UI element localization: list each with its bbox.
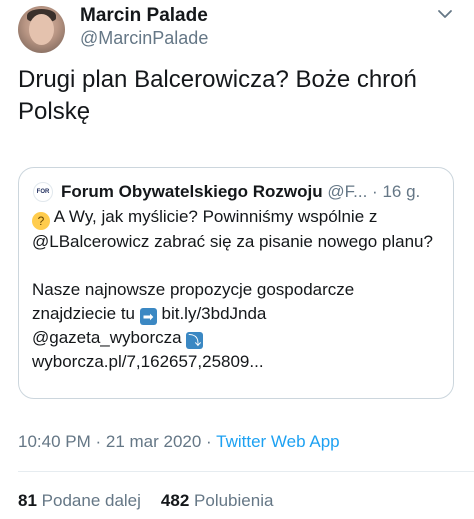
author-handle[interactable]: @MarcinPalade [80, 28, 208, 49]
likes-label: Polubienia [194, 491, 274, 510]
retweets-stat[interactable]: 81 Podane dalej [18, 491, 141, 510]
tweet-text: Drugi plan Balcerowicza? Boże chroń Pols… [18, 66, 417, 125]
likes-stat[interactable]: 482 Polubienia [161, 491, 274, 510]
retweets-count: 81 [18, 491, 37, 510]
tweet-stats: 81 Podane dalej 482 Polubienia [18, 491, 273, 511]
quoted-author-name: Forum Obywatelskiego Rozwoju [61, 182, 323, 201]
quoted-header: Forum Obywatelskiego Rozwoju @F... · 16 … [61, 181, 441, 203]
quoted-separator: · [372, 182, 378, 201]
quoted-line-1: A Wy, jak myślicie? Powinniśmy wspólnie … [32, 207, 433, 251]
author-avatar[interactable] [18, 6, 65, 53]
avatar-face [29, 14, 54, 45]
quoted-link-1: bit.ly/3bdJnda [161, 304, 267, 323]
tweet-source-app[interactable]: Twitter Web App [216, 432, 339, 451]
arrow-down-icon: ⤵ [186, 332, 204, 349]
thinking-face-icon: ? [32, 212, 50, 230]
quoted-body: ? A Wy, jak myślicie? Powinniśmy wspólni… [32, 205, 442, 374]
tweet-timestamp[interactable]: 10:40 PM · 21 mar 2020 · [18, 432, 212, 451]
author-display-name[interactable]: Marcin Palade [80, 5, 208, 27]
quoted-link-2: wyborcza.pl/7,162657,25809... [32, 352, 264, 371]
quoted-timestamp: 16 g. [382, 182, 421, 201]
chevron-down-icon[interactable] [437, 7, 453, 21]
arrow-right-icon: ➡ [139, 308, 157, 325]
quoted-avatar-logo: FOR [33, 182, 53, 202]
tweet-meta: 10:40 PM · 21 mar 2020 · Twitter Web App [18, 432, 340, 452]
likes-count: 482 [160, 491, 190, 510]
retweets-label: Podane dalej [41, 491, 141, 510]
quoted-tweet[interactable]: FOR Forum Obywatelskiego Rozwoju @F... ·… [18, 167, 454, 399]
divider [18, 471, 474, 472]
quoted-mention: @gazeta_wyborcza [32, 328, 182, 347]
quoted-author-handle: @F... [327, 182, 368, 201]
